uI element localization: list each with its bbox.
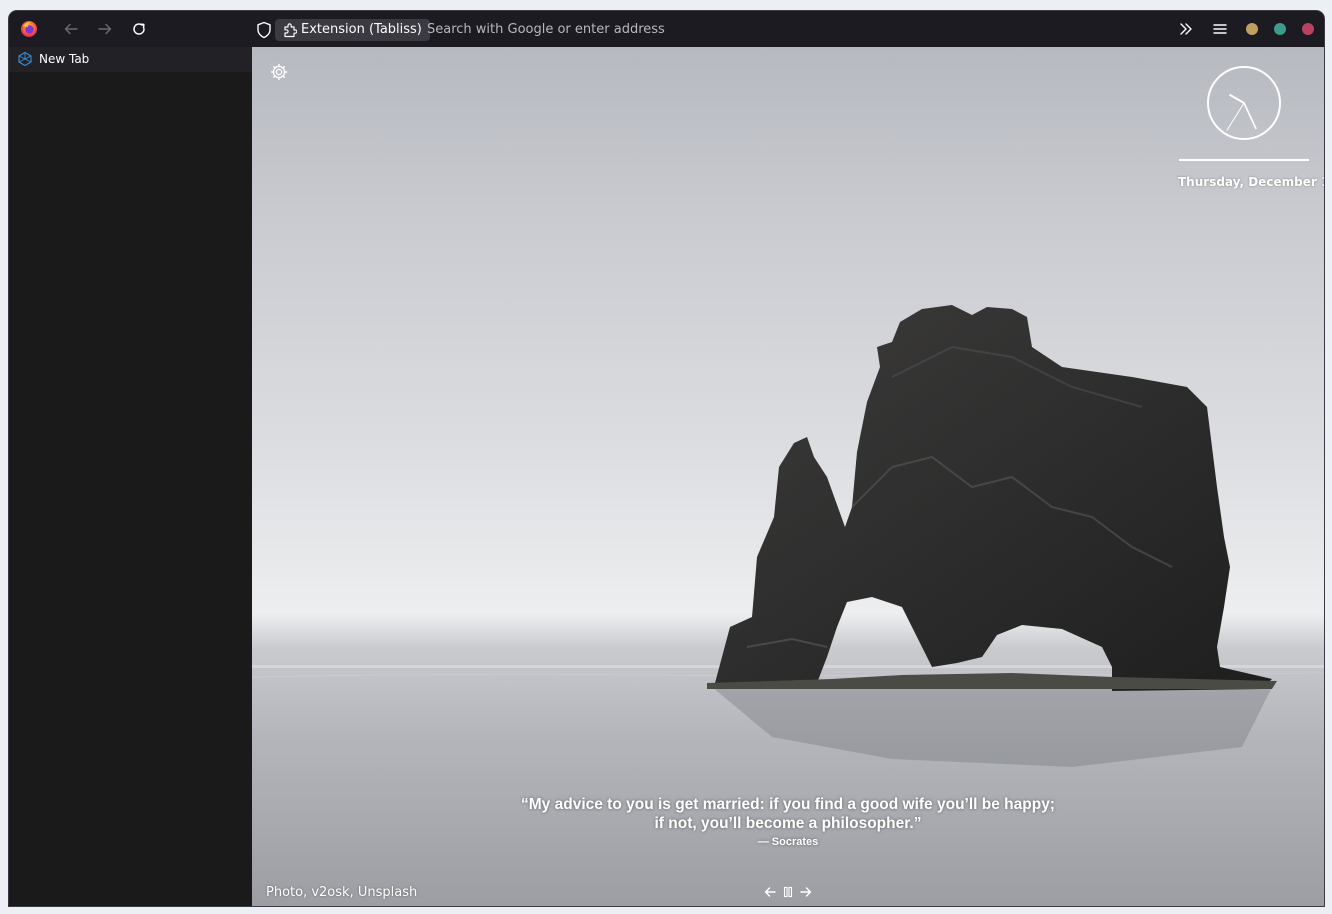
quote-text-line-1: “My advice to you is get married: if you… bbox=[521, 796, 1055, 813]
chevron-double-right-icon bbox=[1180, 23, 1192, 35]
arrow-right-icon bbox=[98, 23, 112, 35]
url-bar[interactable]: Extension (Tabliss) Search with Google o… bbox=[253, 17, 1153, 43]
photo-credit[interactable]: Photo, v2osk, Unsplash bbox=[266, 885, 417, 900]
back-button[interactable] bbox=[59, 17, 83, 41]
arrow-left-icon bbox=[64, 23, 78, 35]
arrow-left-icon[interactable] bbox=[763, 885, 777, 899]
forward-button[interactable] bbox=[93, 17, 117, 41]
app-menu-button[interactable] bbox=[1208, 17, 1232, 41]
clock-minute-hand bbox=[1243, 102, 1257, 130]
vertical-tabs-sidebar: New Tab bbox=[9, 47, 252, 906]
tab-label: New Tab bbox=[39, 52, 90, 66]
clock-divider bbox=[1179, 159, 1309, 161]
reload-icon bbox=[133, 23, 145, 35]
browser-window: Extension (Tabliss) Search with Google o… bbox=[9, 11, 1324, 906]
clock-face bbox=[1207, 66, 1281, 140]
overflow-menu-button[interactable] bbox=[1174, 17, 1198, 41]
arrow-right-icon[interactable] bbox=[799, 885, 813, 899]
date-label: Thursday, December 15 bbox=[1178, 175, 1324, 189]
url-input-placeholder[interactable]: Search with Google or enter address bbox=[427, 19, 665, 41]
quote-author: — Socrates bbox=[757, 836, 819, 848]
background-photo bbox=[252, 305, 1324, 906]
pause-icon[interactable] bbox=[781, 885, 795, 899]
close-button[interactable] bbox=[1302, 23, 1314, 35]
tabliss-icon bbox=[18, 51, 32, 67]
shield-icon[interactable] bbox=[256, 21, 272, 39]
new-tab-page: Thursday, December 15 “My advice to you … bbox=[252, 47, 1324, 906]
gear-icon[interactable] bbox=[270, 63, 288, 81]
quote-widget: “My advice to you is get married: if you… bbox=[452, 795, 1124, 850]
puzzle-piece-icon bbox=[284, 23, 297, 38]
minimize-button[interactable] bbox=[1246, 23, 1258, 35]
clock-second-hand bbox=[1226, 102, 1245, 131]
maximize-button[interactable] bbox=[1274, 23, 1286, 35]
analog-clock-widget: Thursday, December 15 bbox=[1178, 65, 1324, 189]
clock-hour-hand bbox=[1229, 94, 1245, 104]
reload-button[interactable] bbox=[127, 17, 151, 41]
hamburger-menu-icon bbox=[1213, 24, 1227, 34]
extension-identity-chip[interactable]: Extension (Tabliss) bbox=[275, 19, 430, 41]
tab-new-tab[interactable]: New Tab bbox=[9, 47, 252, 72]
firefox-logo-icon[interactable] bbox=[17, 17, 41, 41]
toolbar: Extension (Tabliss) Search with Google o… bbox=[9, 11, 1324, 47]
quote-text-line-2: if not, you’ll become a philosopher.” bbox=[654, 815, 922, 832]
extension-chip-label: Extension (Tabliss) bbox=[301, 22, 422, 37]
